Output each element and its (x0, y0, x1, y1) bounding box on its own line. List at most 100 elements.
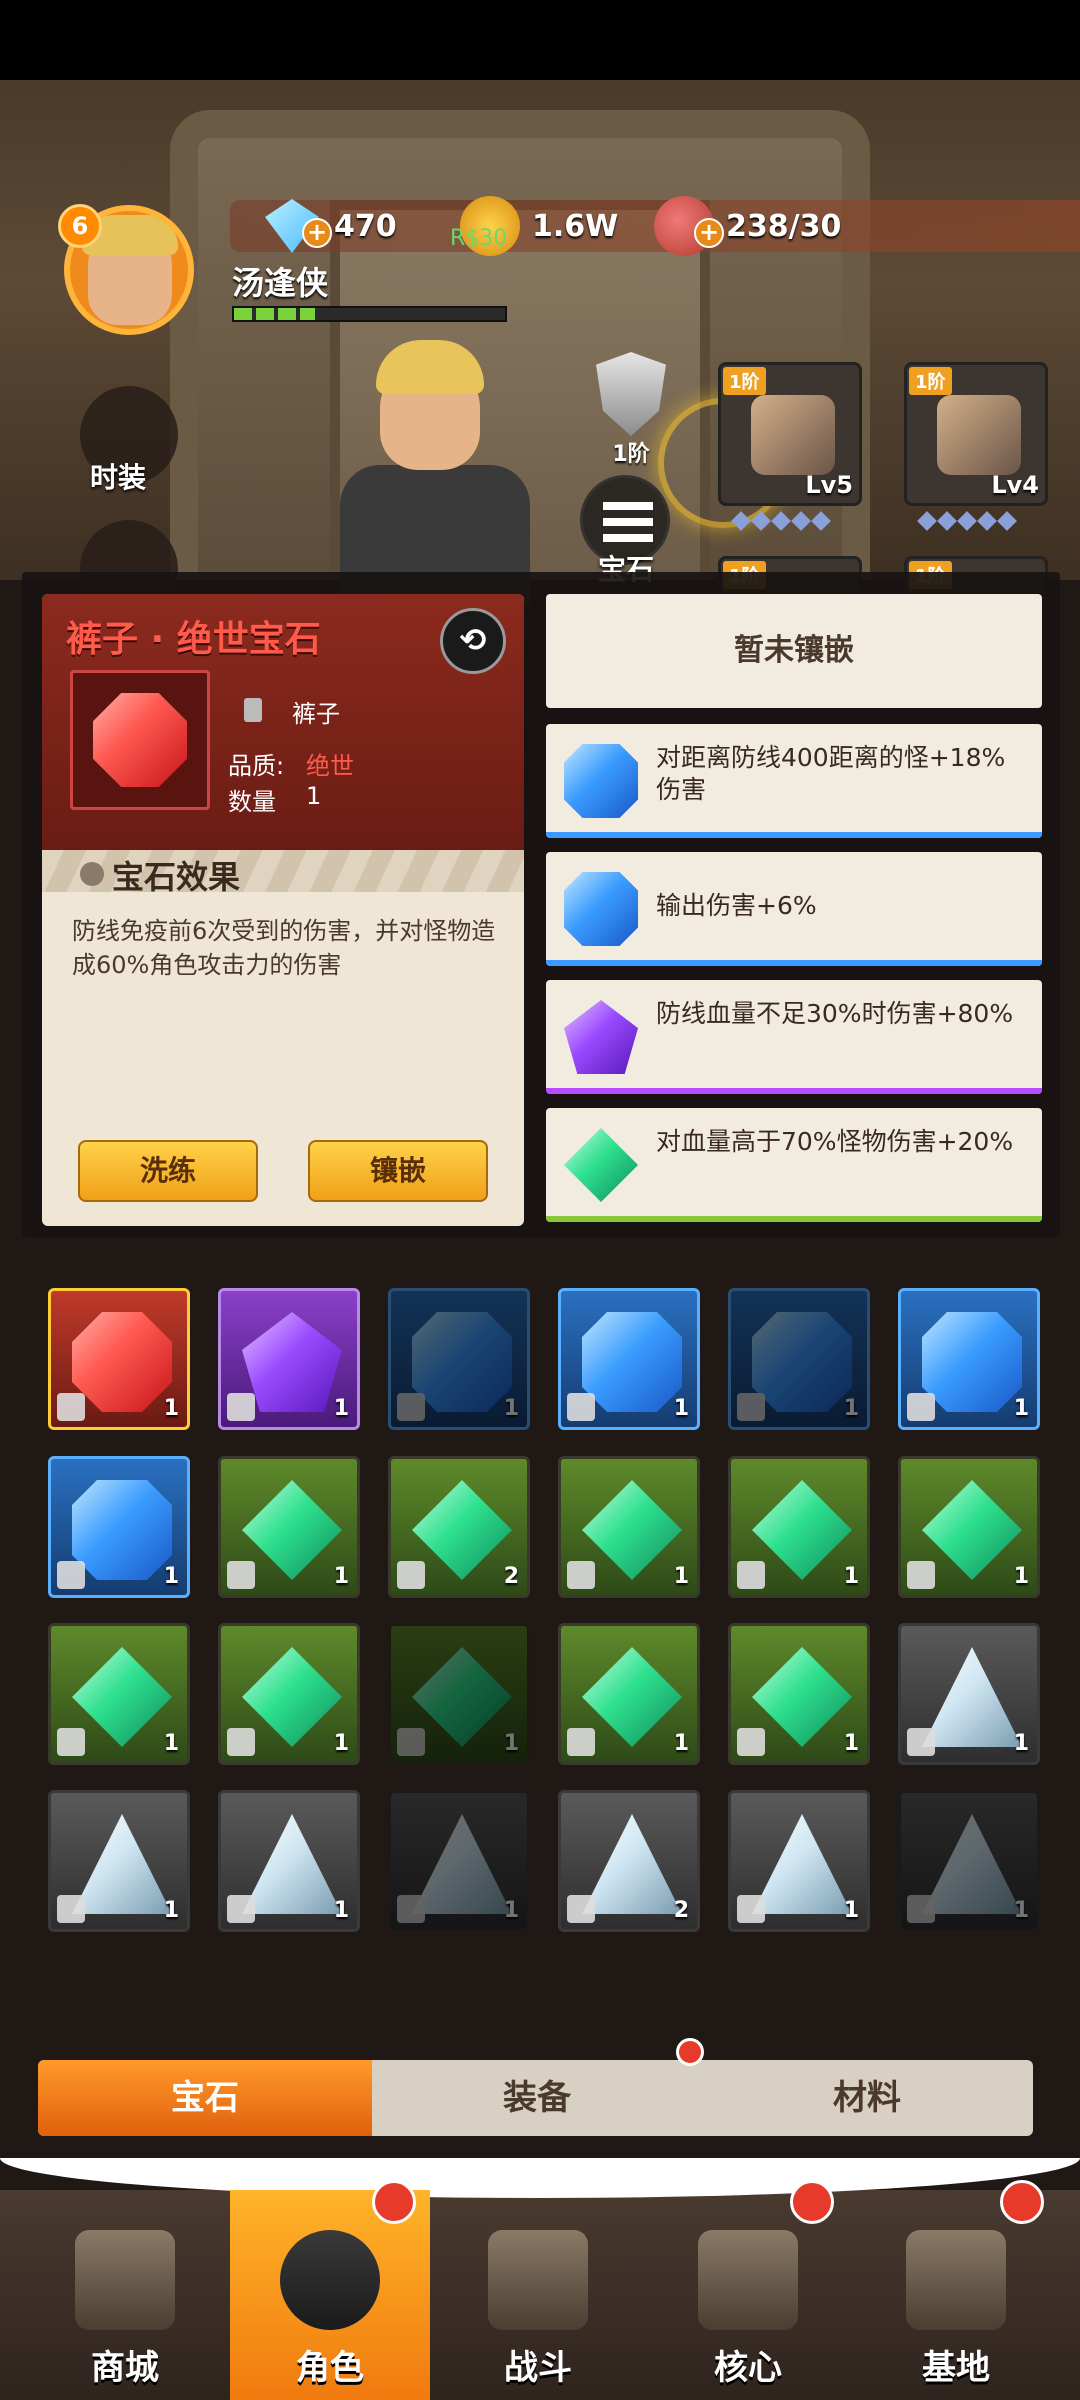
stamina-counter[interactable]: + 238/30 (654, 196, 842, 256)
tab-gems[interactable]: 宝石 (38, 2060, 372, 2136)
inventory-gem-cell[interactable]: 1 (388, 1288, 530, 1430)
equipment-slot-icon (737, 1561, 765, 1589)
socket-item[interactable]: 对距离防线400距离的怪+18%伤害 (546, 724, 1042, 838)
inventory-gem-cell[interactable]: 1 (48, 1623, 190, 1765)
notification-dot (372, 2180, 416, 2224)
socket-accent (546, 832, 1042, 838)
inventory-gem-cell[interactable]: 2 (558, 1790, 700, 1932)
socket-effect-text: 防线血量不足30%时伤害+80% (656, 999, 1014, 1028)
pistols-icon (488, 2230, 588, 2330)
gem-title: 裤子 · 绝世宝石 (66, 619, 321, 660)
gem-count: 1 (1013, 1731, 1029, 1756)
inventory-gem-cell[interactable]: 1 (558, 1456, 700, 1598)
helmet-slot[interactable]: 1阶 Lv5 (718, 362, 862, 506)
slot-name: 裤子 (292, 700, 340, 728)
nav-label: 商城 (91, 2348, 159, 2388)
inventory-gem-cell[interactable]: 1 (728, 1288, 870, 1430)
inventory-gem-cell[interactable]: 1 (48, 1790, 190, 1932)
green-gem-icon (752, 1647, 852, 1747)
slot-level: Lv5 (805, 471, 853, 499)
blue-gem-icon (72, 1480, 172, 1580)
inlay-button[interactable]: 镶嵌 (308, 1140, 488, 1202)
gloves-icon (937, 395, 1021, 475)
gem-count: 1 (673, 1396, 689, 1421)
gem-count: 1 (333, 1396, 349, 1421)
equipment-slot-icon (907, 1728, 935, 1756)
tab-materials[interactable]: 材料 (702, 2060, 1032, 2136)
equipment-slot-icon (397, 1393, 425, 1421)
socket-item[interactable]: 输出伤害+6% (546, 852, 1042, 966)
empty-socket[interactable]: 暂未镶嵌 (546, 594, 1042, 708)
gem-count: 1 (843, 1731, 859, 1756)
refine-button[interactable]: 洗练 (78, 1140, 258, 1202)
diamond-counter[interactable]: + 470 (262, 199, 397, 253)
socket-item[interactable]: 防线血量不足30%时伤害+80% (546, 980, 1042, 1094)
nav-shop[interactable]: 商城 (25, 2190, 225, 2400)
inventory-gem-cell[interactable]: 1 (218, 1790, 360, 1932)
socket-item[interactable]: 对血量高于70%怪物伤害+20% (546, 1108, 1042, 1222)
character-icon (280, 2230, 380, 2330)
xp-fill (234, 308, 316, 320)
shield-slot[interactable]: 1阶 (588, 352, 674, 467)
inventory-gem-cell[interactable]: 1 (898, 1623, 1040, 1765)
inventory-gem-cell[interactable]: 1 (728, 1456, 870, 1598)
slot-tier: 1阶 (909, 367, 952, 395)
add-diamonds-icon[interactable]: + (302, 218, 332, 248)
socket-list: 暂未镶嵌 对距离防线400距离的怪+18%伤害 输出伤害+6% 防线血量不足30… (546, 594, 1042, 1222)
coin-value: 1.6W (532, 208, 619, 244)
nav-label: 角色 (296, 2348, 364, 2388)
effect-title: 宝石效果 (112, 858, 241, 896)
hero-character (320, 340, 540, 605)
quantity-label: 数量 (228, 788, 276, 816)
effect-description: 防线免疫前6次受到的伤害，并对怪物造成60%角色攻击力的伤害 (72, 917, 496, 979)
equipment-slot-icon (907, 1561, 935, 1589)
inventory-gem-cell[interactable]: 1 (728, 1790, 870, 1932)
tab-equipment[interactable]: 装备 (372, 2060, 702, 2136)
inventory-gem-cell[interactable]: 1 (218, 1288, 360, 1430)
stamina-value: 238/30 (726, 208, 842, 244)
white-gem-icon (752, 1814, 852, 1914)
gloves-slot[interactable]: 1阶 Lv4 (904, 362, 1048, 506)
equipment-slot-icon (57, 1561, 85, 1589)
player-level-badge: 6 (58, 204, 102, 248)
inventory-gem-cell[interactable]: 1 (388, 1623, 530, 1765)
core-icon (698, 2230, 798, 2330)
green-gem-icon (582, 1647, 682, 1747)
gem-count: 1 (843, 1564, 859, 1589)
coin-overlay-text: R$30 (450, 226, 508, 251)
inventory-gem-cell[interactable]: 1 (558, 1288, 700, 1430)
gem-count: 1 (163, 1396, 179, 1421)
socket-accent (546, 1216, 1042, 1222)
nav-label: 核心 (714, 2348, 782, 2388)
purple-gem-icon (242, 1312, 342, 1412)
inventory-gem-cell[interactable]: 1 (218, 1623, 360, 1765)
blue-gem-icon (564, 872, 638, 946)
inventory-gem-cell[interactable]: 1 (218, 1456, 360, 1598)
add-stamina-icon[interactable]: + (694, 218, 724, 248)
socket-effect-text: 对血量高于70%怪物伤害+20% (656, 1127, 1014, 1156)
inventory-gem-cell[interactable]: 1 (48, 1456, 190, 1598)
nav-battle[interactable]: 战斗 (438, 2190, 638, 2400)
equipment-slot-icon (907, 1393, 935, 1421)
gem-count: 1 (1013, 1396, 1029, 1421)
inventory-gem-cell[interactable]: 1 (48, 1288, 190, 1430)
quantity-value: 1 (306, 782, 322, 810)
menu-lines-icon (603, 502, 653, 542)
socket-effect-text: 输出伤害+6% (656, 891, 817, 920)
pants-icon (244, 698, 262, 722)
green-gem-icon (412, 1647, 512, 1747)
green-gem-icon (412, 1480, 512, 1580)
unlock-icon[interactable]: ⟲ (440, 608, 506, 674)
inventory-gem-cell[interactable]: 2 (388, 1456, 530, 1598)
inventory-gem-cell[interactable]: 1 (898, 1288, 1040, 1430)
coin-counter[interactable]: 1.6W R$30 (450, 196, 619, 256)
inventory-gem-cell[interactable]: 1 (898, 1456, 1040, 1598)
inventory-gem-cell[interactable]: 1 (898, 1790, 1040, 1932)
gem-count: 2 (673, 1898, 689, 1923)
inventory-gem-cell[interactable]: 1 (728, 1623, 870, 1765)
equipment-slot-icon (567, 1895, 595, 1923)
base-icon (906, 2230, 1006, 2330)
gem-count: 1 (673, 1731, 689, 1756)
inventory-gem-cell[interactable]: 1 (558, 1623, 700, 1765)
inventory-gem-cell[interactable]: 1 (388, 1790, 530, 1932)
